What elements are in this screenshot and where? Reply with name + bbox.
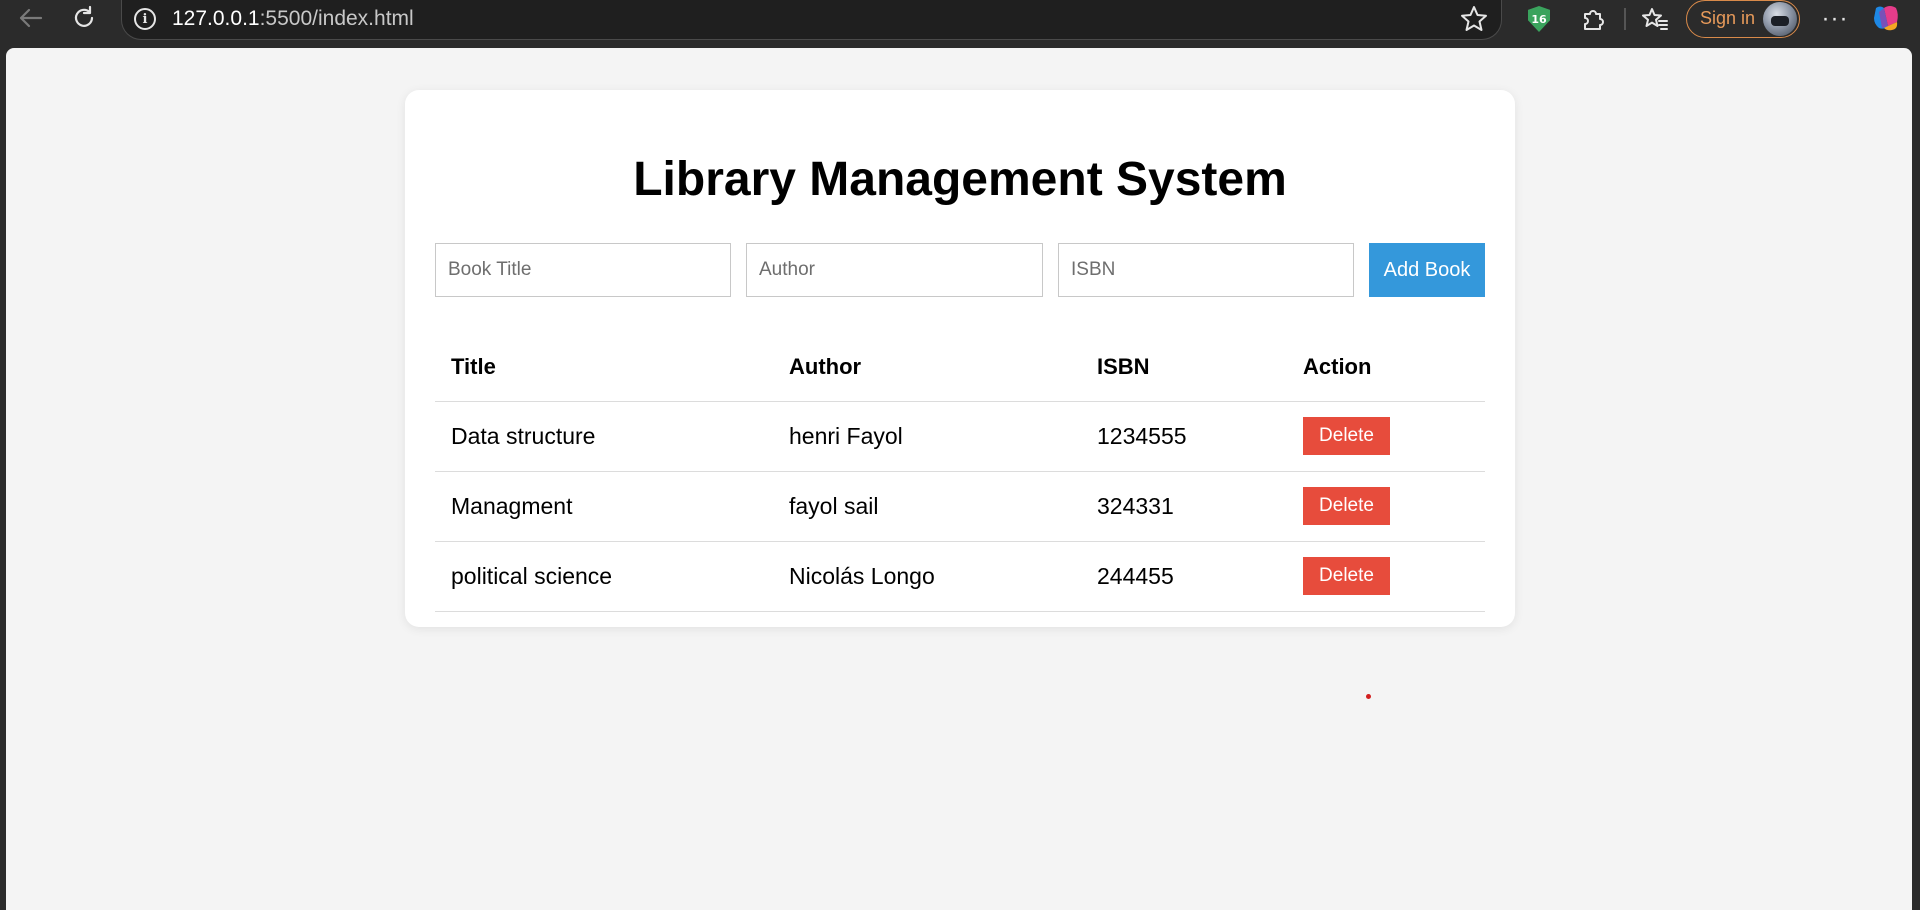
star-icon [1461,6,1487,31]
copilot-button[interactable] [1870,2,1902,34]
book-author-cell: fayol sail [773,471,1081,542]
book-title-cell: Data structure [435,401,773,472]
book-author-cell: henri Fayol [773,401,1081,472]
table-row: Data structure henri Fayol 1234555 Delet… [435,401,1485,472]
extensions-button[interactable] [1576,2,1610,36]
back-arrow-icon [19,8,43,28]
url-path: :5500/index.html [259,7,414,30]
column-header-isbn: ISBN [1081,333,1287,402]
book-title-cell: Managment [435,471,773,542]
extension-badge: 16 [1531,12,1547,26]
book-title-cell: political science [435,541,773,612]
sign-in-label: Sign in [1700,8,1756,28]
book-isbn-cell: 244455 [1081,541,1287,612]
delete-button[interactable]: Delete [1303,487,1390,525]
delete-button[interactable]: Delete [1303,557,1390,595]
avatar [1763,2,1797,36]
book-author-cell: Nicolás Longo [773,541,1081,612]
add-book-button[interactable]: Add Book [1369,243,1485,297]
info-icon[interactable]: i [134,8,156,30]
favorite-star-button[interactable] [1459,4,1489,39]
delete-button[interactable]: Delete [1303,417,1390,455]
url-host: 127.0.0.1 [172,7,260,30]
books-table: Title Author ISBN Action Data structure … [435,333,1485,612]
action-cell: Delete [1287,471,1485,542]
table-header-row: Title Author ISBN Action [435,333,1485,402]
table-row: Managment fayol sail 324331 Delete [435,471,1485,542]
column-header-action: Action [1287,333,1485,402]
extension-shield-icon: 16 [1528,6,1550,32]
more-button[interactable]: ··· [1818,2,1852,36]
isbn-input[interactable] [1058,243,1354,297]
browser-toolbar: i 127.0.0.1:5500/index.html 16 Sign in ·… [0,0,1920,48]
favorites-button[interactable] [1638,2,1672,36]
sign-in-button[interactable]: Sign in [1686,0,1800,38]
address-bar[interactable]: i 127.0.0.1:5500/index.html [121,0,1502,40]
library-card: Library Management System Add Book Title… [405,90,1515,627]
book-isbn-cell: 324331 [1081,471,1287,542]
table-row: political science Nicolás Longo 244455 D… [435,541,1485,612]
back-button[interactable] [14,2,46,34]
book-title-input[interactable] [435,243,731,297]
more-icon: ··· [1821,5,1849,32]
page-title: Library Management System [633,153,1287,206]
author-input[interactable] [746,243,1043,297]
action-cell: Delete [1287,401,1485,472]
book-isbn-cell: 1234555 [1081,401,1287,472]
puzzle-icon [1584,10,1604,30]
favorites-icon [1642,8,1668,30]
page-viewport: Library Management System Add Book Title… [6,48,1912,910]
action-cell: Delete [1287,541,1485,612]
copilot-icon [1874,6,1898,31]
refresh-button[interactable] [68,2,100,34]
url-text[interactable]: 127.0.0.1:5500/index.html [172,7,414,31]
column-header-title: Title [435,333,773,402]
toolbar-divider [1624,8,1626,30]
refresh-icon [74,5,94,27]
extension-button[interactable]: 16 [1522,2,1556,36]
cursor-dot [1366,694,1371,699]
column-header-author: Author [773,333,1081,402]
